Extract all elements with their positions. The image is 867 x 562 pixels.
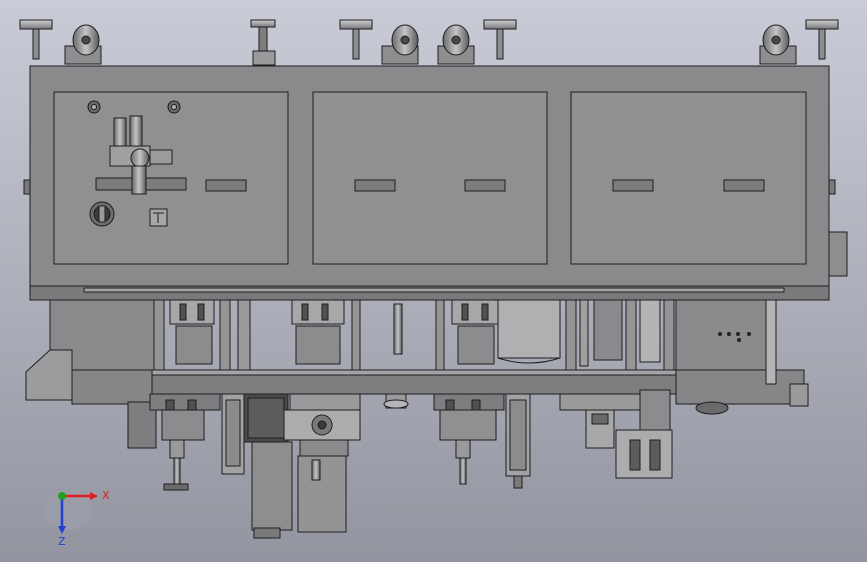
caster-wheel-4 (759, 24, 797, 65)
left-chute (25, 349, 73, 401)
door-panel-2[interactable] (312, 91, 548, 265)
axis-z-label: Z (58, 535, 66, 548)
right-end-plate (789, 383, 809, 407)
left-column (237, 299, 251, 371)
left-lower-housing (71, 369, 153, 405)
right-lower-housing (675, 369, 805, 405)
coordinate-triad (42, 490, 98, 534)
tooling-column-2 (505, 393, 531, 489)
leveling-foot-4 (483, 19, 517, 60)
caster-wheel-3 (437, 24, 475, 65)
linear-guides-right (579, 299, 661, 367)
tooling-column-1 (221, 393, 245, 475)
right-bottom-disc (695, 401, 729, 415)
caster-wheel-1 (64, 24, 102, 65)
leveling-foot-2 (250, 19, 276, 66)
drum-housing (497, 299, 561, 364)
machine-assembly-drawing: X Z (19, 19, 848, 548)
caster-wheel-2 (381, 24, 419, 65)
servo-unit-1 (169, 299, 215, 365)
center-cylinder-rod (393, 303, 403, 355)
tooling-left-gripper (149, 393, 221, 491)
leveling-foot-5 (805, 19, 839, 60)
leveling-foot-3 (339, 19, 373, 60)
servo-unit-3 (451, 299, 499, 365)
warning-label-plate (149, 208, 168, 227)
cabinet-left-tab (23, 179, 31, 195)
cabinet-right-tab (828, 179, 836, 195)
main-power-switch[interactable] (89, 201, 115, 227)
door-panel-3[interactable] (570, 91, 807, 265)
tooling-mid-cylinder (383, 393, 409, 409)
right-vertical-rail (765, 299, 777, 385)
tooling-right-gripper (433, 393, 505, 485)
lower-frame-right-block (675, 299, 769, 371)
leveling-foot-1 (19, 19, 53, 60)
tooling-center-head (283, 393, 361, 533)
base-rail-strip (83, 287, 785, 293)
axis-x-label: X (102, 489, 110, 502)
cabinet-side-box (828, 231, 848, 277)
central-plate-edge (151, 369, 677, 376)
cad-viewport[interactable]: X Z (0, 0, 867, 562)
servo-unit-2 (291, 299, 345, 365)
